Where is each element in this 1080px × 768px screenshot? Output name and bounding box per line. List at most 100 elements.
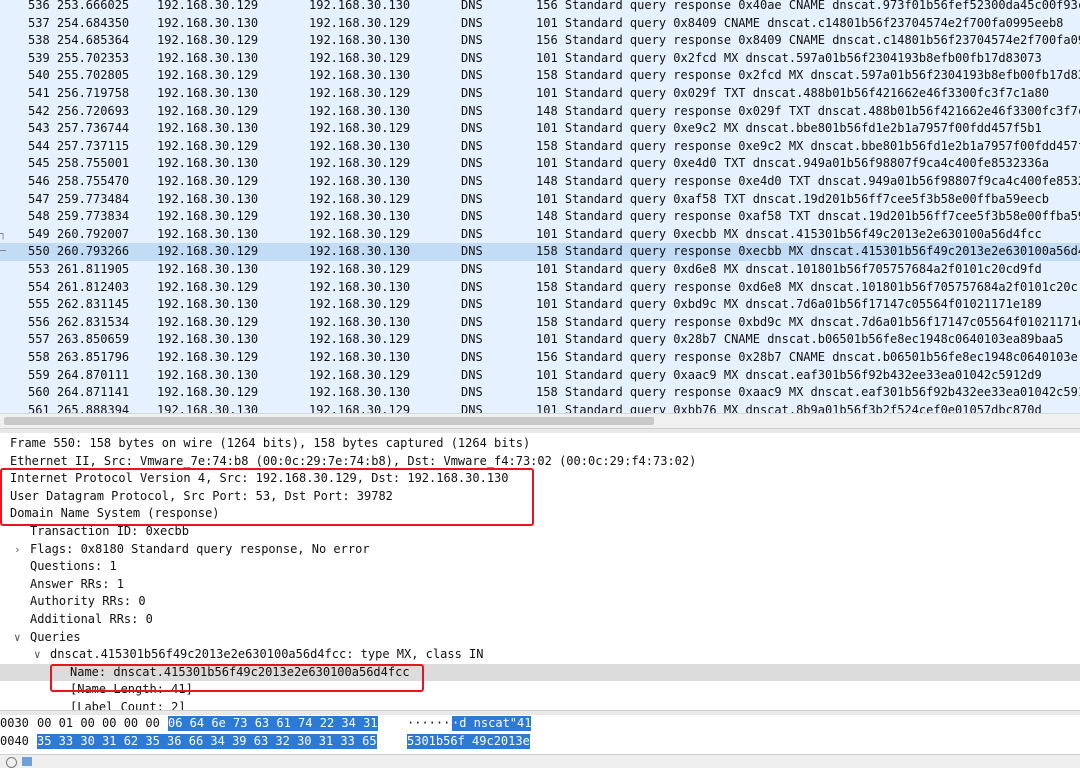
packet-info: 148 Standard query response 0x029f TXT d… [536,103,1080,118]
packet-row[interactable]: 542 256.720693 192.168.30.129 192.168.30.1… [0,102,1080,121]
tree-node-label: Ethernet II, Src: Vmware_7e:74:b8 (00:0c… [10,453,697,468]
packet-protocol: DNS [461,121,483,136]
packet-row[interactable]: 544 257.737115 192.168.30.129 192.168.30.1… [0,137,1080,156]
packet-info: 148 Standard query response 0xaf58 TXT d… [536,209,1080,224]
tree-node[interactable]: Authority RRs: 0 [0,593,1080,611]
tree-node[interactable]: › Flags: 0x8180 Standard query response, … [0,541,1080,559]
response-marker-icon: ─ [0,246,7,258]
horizontal-scrollbar[interactable] [0,413,1080,428]
packet-protocol: DNS [461,367,483,382]
packet-info: 148 Standard query response 0xe4d0 TXT d… [536,174,1080,188]
packet-row[interactable]: 546 258.755470 192.168.30.129 192.168.30.1… [0,173,1080,191]
packet-row[interactable]: 558 263.851796 192.168.30.129 192.168.30.1… [0,349,1080,367]
tree-node[interactable]: Frame 550: 158 bytes on wire (1264 bits)… [0,435,1080,453]
packet-number-time: 548 259.773834 [28,209,130,224]
tree-node[interactable]: Questions: 1 [0,558,1080,576]
tree-node[interactable]: ∨ Queries [0,629,1080,647]
packet-row[interactable]: 559 264.870111 192.168.30.130 192.168.30.1… [0,366,1080,385]
tree-node-label: [Label Count: 2] [70,700,186,710]
expand-down-icon[interactable]: ∨ [14,630,21,645]
packet-number-time: 536 253.666025 [28,0,130,12]
packet-row[interactable]: 554 261.812403 192.168.30.129 192.168.30.1… [0,278,1080,297]
bytes-row[interactable]: 0040 35 33 30 31 62 35 36 66 34 39 63 32 … [0,733,1080,750]
tree-node-label: Flags: 0x8180 Standard query response, N… [30,541,370,556]
packet-bytes[interactable]: 0030 00 01 00 00 00 00 06 64 6e 73 63 61 … [0,715,1080,753]
packet-row[interactable]: 537 254.684350 192.168.30.130 192.168.30.1… [0,14,1080,33]
expand-right-icon[interactable]: › [14,542,21,557]
expand-down-icon[interactable]: ∨ [34,647,41,662]
tree-node-label: dnscat.415301b56f49c2013e2e630100a56d4fc… [50,647,484,662]
packet-details-tree[interactable]: [Label Count: 2] [Name Length: 41] Name: d… [0,434,1080,710]
packet-info: 101 Standard query 0x029f TXT dnscat.488… [536,86,1049,100]
packet-row[interactable]: 553 261.811905 192.168.30.130 192.168.30.1… [0,261,1080,279]
tree-node-label: Answer RRs: 1 [30,576,124,591]
packet-info: 101 Standard query 0x8409 CNAME dnscat.c… [536,15,1064,30]
packet-row[interactable]: 538 254.685364 192.168.30.129 192.168.30.1… [0,32,1080,50]
packet-row[interactable]: 536 253.666025 192.168.30.129 192.168.30.1… [0,0,1080,15]
tree-node[interactable]: Additional RRs: 0 [0,611,1080,629]
packet-row[interactable]: 540 255.702805 192.168.30.129 192.168.30.1… [0,67,1080,85]
packet-destination: 192.168.30.130 [309,68,411,83]
status-indicator-icon[interactable] [6,757,17,768]
packet-info: 156 Standard query response 0x28b7 CNAME… [536,350,1078,364]
packet-info: 158 Standard query response 0xd6e8 MX dn… [536,279,1078,294]
packet-number-time: 554 261.812403 [28,279,130,294]
pane-splitter[interactable] [0,428,1080,433]
tree-node-label: Authority RRs: 0 [30,594,146,609]
packet-destination: 192.168.30.129 [309,15,411,30]
packet-row[interactable]: 555 262.831145 192.168.30.130 192.168.30.1… [0,296,1080,314]
packet-protocol: DNS [461,103,483,118]
packet-info: 101 Standard query 0xaac9 MX dnscat.eaf3… [536,367,1042,382]
packet-source: 192.168.30.130 [157,15,259,30]
packet-number-time: 537 254.684350 [28,15,130,30]
bytes-row[interactable]: 0030 00 01 00 00 00 00 06 64 6e 73 63 61 … [0,715,1080,732]
packet-source: 192.168.30.129 [157,33,259,48]
packet-number-time: 559 264.870111 [28,367,130,382]
packet-row[interactable]: 560 264.871141 192.168.30.129 192.168.30.1… [0,384,1080,402]
capture-file-icon[interactable] [22,757,32,766]
packet-number-time: 555 262.831145 [28,297,130,312]
packet-protocol: DNS [461,209,483,224]
packet-info: 101 Standard query 0xecbb MX dnscat.4153… [536,226,1042,241]
packet-protocol: DNS [461,15,483,30]
packet-source: 192.168.30.130 [157,50,259,65]
packet-row[interactable]: 539 255.702353 192.168.30.130 192.168.30.1… [0,49,1080,68]
packet-row[interactable]: 549 260.792007 192.168.30.130 192.168.30.1… [0,225,1080,244]
tree-node-label: Frame 550: 158 bytes on wire (1264 bits)… [10,436,531,450]
tree-node[interactable]: Answer RRs: 1 [0,576,1080,594]
packet-row[interactable]: 557 263.850659 192.168.30.130 192.168.30.1… [0,331,1080,349]
packet-list[interactable]: 536 253.666025 192.168.30.129 192.168.30.1… [0,0,1080,420]
packet-protocol: DNS [461,332,483,347]
packet-destination: 192.168.30.130 [309,385,411,400]
packet-row[interactable]: 543 257.736744 192.168.30.130 192.168.30.1… [0,120,1080,138]
scrollbar-thumb[interactable] [4,417,654,425]
tree-node[interactable]: [Label Count: 2] [0,699,1080,710]
packet-source: 192.168.30.129 [157,244,259,259]
packet-row[interactable]: 556 262.831534 192.168.30.129 192.168.30.1… [0,313,1080,332]
tree-node[interactable]: ∨ dnscat.415301b56f49c2013e2e630100a56d4f… [0,646,1080,664]
packet-row[interactable]: 548 259.773834 192.168.30.129 192.168.30.1… [0,208,1080,226]
packet-source: 192.168.30.129 [157,138,259,153]
tree-node-label: Additional RRs: 0 [30,612,153,626]
packet-number-time: 549 260.792007 [28,226,130,241]
packet-source: 192.168.30.129 [157,0,259,12]
packet-info: 158 Standard query response 0xecbb MX dn… [536,244,1080,259]
bytes-ascii-selected: 5301b56f 49c2013e [407,734,530,749]
packet-info: 101 Standard query 0xaf58 TXT dnscat.19d… [536,191,1049,206]
packet-row[interactable]: 541 256.719758 192.168.30.130 192.168.30.1… [0,85,1080,103]
packet-source: 192.168.30.129 [157,279,259,294]
packet-info: 101 Standard query 0xd6e8 MX dnscat.1018… [536,262,1042,276]
packet-info: 158 Standard query response 0x2fcd MX dn… [536,68,1080,83]
packet-source: 192.168.30.130 [157,332,259,347]
status-bar [0,754,1080,768]
packet-protocol: DNS [461,174,483,188]
packet-row[interactable]: 550 260.793266 192.168.30.129 192.168.30.1… [0,243,1080,261]
packet-row[interactable]: 545 258.755001 192.168.30.130 192.168.30.1… [0,155,1080,173]
packet-protocol: DNS [461,0,483,12]
packet-info: 101 Standard query 0x2fcd MX dnscat.597a… [536,50,1042,65]
packet-info: 158 Standard query response 0xbd9c MX dn… [536,314,1080,329]
packet-destination: 192.168.30.130 [309,174,411,188]
packet-protocol: DNS [461,138,483,153]
packet-row[interactable]: 547 259.773484 192.168.30.130 192.168.30.1… [0,190,1080,209]
packet-number-time: 556 262.831534 [28,314,130,329]
